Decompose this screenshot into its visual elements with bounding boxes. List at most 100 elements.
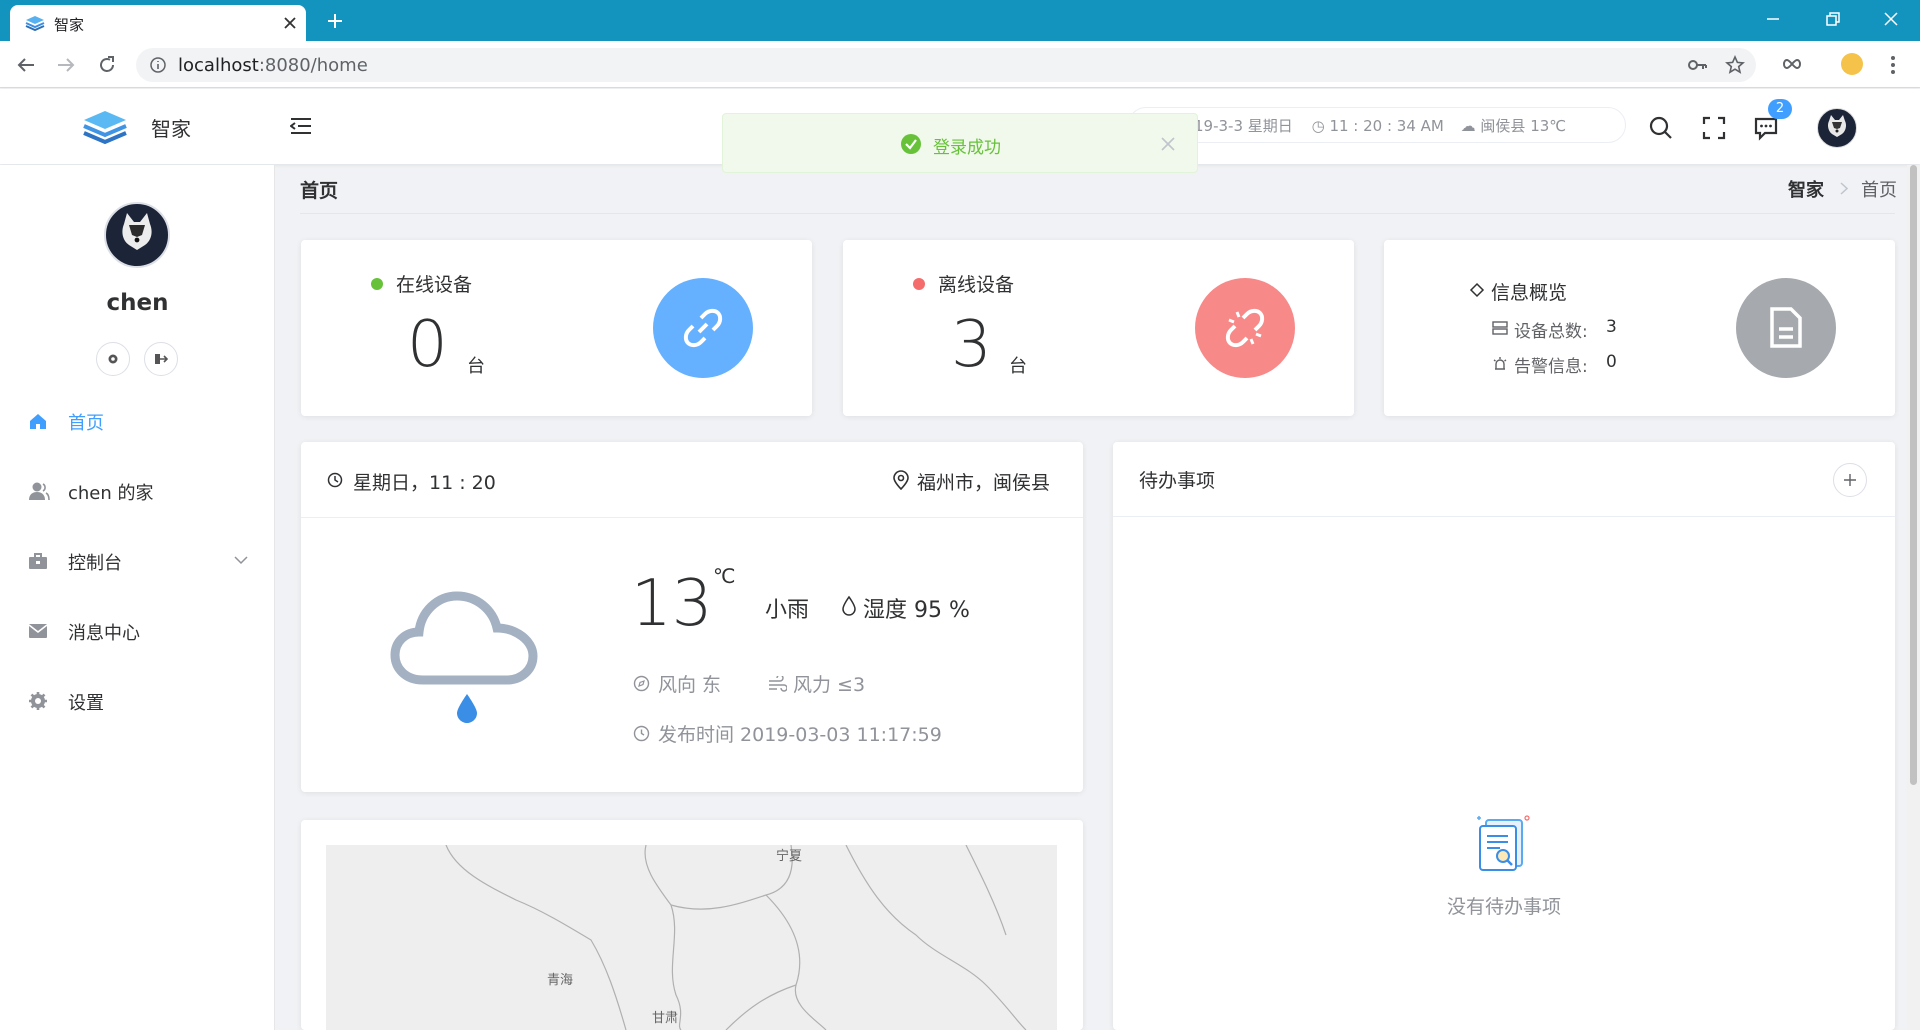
- todo-title: 待办事项: [1139, 470, 1216, 492]
- todo-header: 待办事项: [1113, 442, 1895, 517]
- header-weather: 闽侯县 13℃: [1480, 117, 1567, 135]
- todo-card: 待办事项 没有待办事项: [1113, 442, 1895, 1030]
- online-devices-count: 0: [407, 308, 448, 382]
- success-check-icon: [901, 134, 921, 154]
- map-label-gansu: 甘肃: [652, 1011, 679, 1026]
- sidebar-item-console[interactable]: 控制台: [0, 533, 275, 589]
- key-icon[interactable]: [1688, 57, 1708, 73]
- map-borders: [445, 845, 1027, 1030]
- sidebar-item-label: 消息中心: [68, 623, 140, 644]
- breadcrumb-current: 首页: [1861, 180, 1897, 201]
- sidebar-item-home[interactable]: 首页: [0, 393, 275, 449]
- add-todo-button[interactable]: [1833, 463, 1867, 497]
- browser-tab[interactable]: 智家: [10, 5, 306, 41]
- page-scrollbar-thumb[interactable]: [1910, 165, 1917, 785]
- overview-label: 信息概览: [1491, 282, 1568, 304]
- offline-link-circle: [1195, 278, 1295, 378]
- info-icon[interactable]: [150, 57, 166, 73]
- restore-icon[interactable]: [1825, 11, 1841, 27]
- header-date: 19-3-3 星期日: [1194, 117, 1293, 135]
- overview-card: 信息概览 设备总数: 3 告警信息: 0: [1384, 240, 1895, 416]
- time-icon: [633, 725, 650, 742]
- sidebar-item-home-of-chen[interactable]: chen 的家: [0, 463, 275, 519]
- sidebar-item-label: chen 的家: [68, 483, 154, 504]
- offline-devices-count: 3: [951, 308, 992, 382]
- weather-condition: 小雨: [765, 598, 810, 623]
- url-host: localhost: [178, 55, 259, 76]
- rain-cloud-icon: [390, 591, 538, 723]
- map-label-ningxia: 宁夏: [776, 849, 803, 864]
- divider: [300, 213, 1895, 214]
- logout-button[interactable]: [144, 342, 178, 376]
- overview-icon: [1469, 282, 1485, 298]
- sidebar-item-messages[interactable]: 消息中心: [0, 603, 275, 659]
- document-icon: [1770, 307, 1802, 348]
- home-icon: [30, 414, 46, 429]
- sidebar-item-settings[interactable]: 设置: [0, 673, 275, 729]
- device-total-value: 3: [1606, 317, 1617, 337]
- breadcrumb-root[interactable]: 智家: [1788, 176, 1824, 202]
- wind-icon: [769, 676, 787, 692]
- weather-location: 福州市，闽侯县: [917, 472, 1051, 494]
- menu-dots-icon[interactable]: [1890, 55, 1896, 75]
- link-icon: [683, 308, 723, 348]
- collapse-menu-icon[interactable]: [290, 117, 312, 135]
- message-icon[interactable]: [1753, 115, 1779, 141]
- compass-icon: [633, 675, 650, 692]
- online-link-circle: [653, 278, 753, 378]
- breadcrumb-separator-icon: [1840, 182, 1848, 195]
- offline-devices-unit: 台: [1009, 356, 1027, 377]
- reload-icon[interactable]: [97, 55, 117, 75]
- user-icon: [29, 482, 50, 501]
- broken-link-icon: [1225, 308, 1265, 348]
- cloud-icon: ☁: [1460, 117, 1476, 135]
- gear-small-icon: [108, 354, 118, 364]
- plus-icon: [1844, 474, 1856, 486]
- close-window-icon[interactable]: [1883, 11, 1899, 27]
- username: chen: [106, 290, 169, 316]
- close-tab-icon[interactable]: [284, 17, 296, 29]
- minimize-icon[interactable]: [1765, 14, 1781, 24]
- notification-badge: 2: [1768, 99, 1792, 119]
- todo-empty-text: 没有待办事项: [1446, 896, 1561, 918]
- user-avatar[interactable]: [1817, 108, 1857, 148]
- weather-publish-time: 发布时间 2019-03-03 11:17:59: [658, 724, 942, 746]
- weather-wind-direction: 风向 东: [658, 674, 722, 696]
- profile-settings-button[interactable]: [96, 342, 130, 376]
- browser-tab-title: 智家: [54, 16, 85, 34]
- sidebar-item-label: 设置: [68, 693, 104, 714]
- region-map[interactable]: 宁夏 青海 甘肃: [326, 845, 1057, 1030]
- app-logo-icon: [25, 16, 45, 31]
- empty-document-icon: [1477, 815, 1530, 871]
- location-pin-icon: [893, 470, 909, 490]
- sidebar-item-label: 控制台: [68, 553, 122, 574]
- overview-document-circle: [1736, 278, 1836, 378]
- alarm-value: 0: [1606, 352, 1617, 372]
- forward-icon[interactable]: [56, 55, 76, 75]
- online-status-dot: [371, 278, 383, 290]
- logout-icon: [155, 354, 168, 364]
- weather-day-time: 星期日，11 : 20: [353, 472, 496, 494]
- fullscreen-icon[interactable]: [1701, 115, 1727, 141]
- login-success-toast: 登录成功: [722, 113, 1198, 173]
- extension-icon[interactable]: [1781, 56, 1803, 72]
- toast-close-icon[interactable]: [1161, 137, 1175, 151]
- clock-icon: [327, 472, 343, 488]
- bookmark-star-icon[interactable]: [1725, 55, 1745, 75]
- new-tab-icon[interactable]: [326, 12, 344, 30]
- sidebar: chen 首页 chen 的家 控制台 消息中心 设置: [0, 165, 275, 1030]
- humidity-drop-icon: [842, 595, 856, 616]
- search-icon[interactable]: [1648, 115, 1674, 141]
- profile-emoji-icon[interactable]: [1841, 53, 1863, 75]
- online-devices-unit: 台: [467, 356, 485, 377]
- toast-message: 登录成功: [933, 138, 1001, 158]
- profile-avatar[interactable]: [104, 202, 170, 268]
- gear-icon: [29, 692, 47, 710]
- browser-tab-strip: 智家: [0, 0, 1920, 41]
- url-path: :8080/home: [258, 55, 368, 76]
- url-field[interactable]: localhost:8080/home: [136, 48, 1756, 82]
- back-icon[interactable]: [16, 55, 36, 75]
- page-title: 首页: [300, 180, 339, 202]
- chevron-down-icon: [234, 556, 248, 565]
- weather-card: 星期日，11 : 20 福州市，闽侯县 13 ℃ 小雨 湿度 95 % 风向 东…: [301, 442, 1083, 792]
